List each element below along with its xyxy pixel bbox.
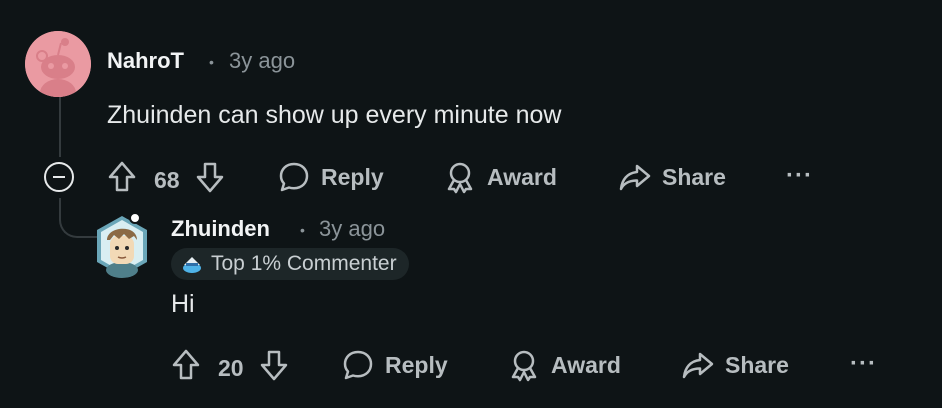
upvote-button[interactable] bbox=[106, 160, 138, 200]
timestamp[interactable]: 3y ago bbox=[229, 48, 295, 74]
award-button[interactable]: Award bbox=[507, 348, 621, 382]
share-button[interactable]: Share bbox=[681, 348, 789, 382]
award-label: Award bbox=[487, 163, 557, 190]
share-icon bbox=[619, 164, 651, 191]
user-badge[interactable]: Top 1% Commenter bbox=[171, 248, 409, 280]
award-icon bbox=[447, 162, 473, 194]
reply-button[interactable]: Reply bbox=[277, 160, 384, 194]
separator-dot: • bbox=[300, 222, 305, 238]
reply-label: Reply bbox=[321, 163, 384, 190]
username[interactable]: Zhuinden bbox=[171, 216, 270, 242]
share-label: Share bbox=[662, 163, 726, 190]
thread-connector bbox=[59, 198, 97, 238]
award-icon bbox=[511, 350, 537, 382]
more-options-button[interactable]: ··· bbox=[850, 350, 877, 378]
avatar[interactable] bbox=[25, 31, 91, 97]
username[interactable]: NahroT bbox=[107, 48, 184, 74]
award-button[interactable]: Award bbox=[443, 160, 557, 194]
avatar[interactable] bbox=[93, 212, 151, 280]
timestamp[interactable]: 3y ago bbox=[319, 216, 385, 242]
award-label: Award bbox=[551, 351, 621, 378]
downvote-button[interactable] bbox=[194, 160, 226, 200]
share-label: Share bbox=[725, 351, 789, 378]
upvote-button[interactable] bbox=[170, 348, 202, 388]
thread-line bbox=[59, 95, 61, 157]
minus-icon bbox=[53, 175, 65, 179]
comment-body: Zhuinden can show up every minute now bbox=[107, 101, 562, 129]
arrow-down-icon bbox=[260, 350, 287, 381]
share-button[interactable]: Share bbox=[618, 160, 726, 194]
reply-label: Reply bbox=[385, 351, 448, 378]
vote-count: 20 bbox=[218, 354, 244, 381]
vote-count: 68 bbox=[154, 166, 180, 193]
chat-bubble-icon bbox=[343, 350, 373, 380]
comment-body: Hi bbox=[171, 290, 195, 318]
arrow-up-icon bbox=[172, 349, 200, 380]
more-options-button[interactable]: ··· bbox=[786, 162, 813, 190]
badge-icon bbox=[183, 257, 201, 273]
reply-button[interactable]: Reply bbox=[341, 348, 448, 382]
vote-bar: 20 bbox=[170, 348, 290, 388]
chat-bubble-icon bbox=[279, 162, 309, 192]
vote-bar: 68 bbox=[106, 160, 226, 200]
collapse-button[interactable] bbox=[44, 162, 74, 192]
badge-label: Top 1% Commenter bbox=[211, 252, 397, 275]
arrow-up-icon bbox=[108, 161, 136, 192]
downvote-button[interactable] bbox=[258, 348, 290, 388]
share-icon bbox=[682, 352, 714, 379]
separator-dot: • bbox=[209, 54, 214, 70]
arrow-down-icon bbox=[196, 162, 223, 193]
